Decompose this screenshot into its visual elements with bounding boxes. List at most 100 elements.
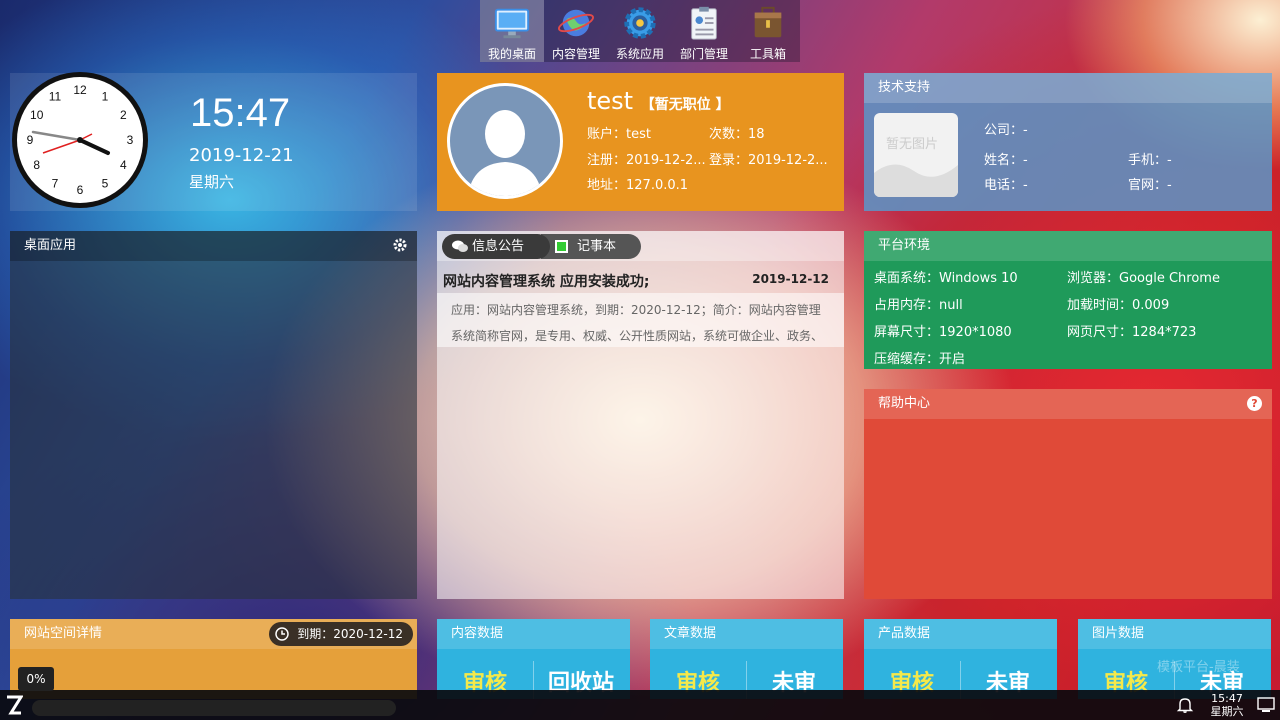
digital-time: 15:47	[190, 91, 291, 135]
user-silhouette-icon	[468, 110, 542, 196]
clock-numeral: 11	[49, 90, 62, 104]
clock-icon	[275, 627, 289, 641]
help-center-panel: 帮助中心 ?	[864, 389, 1272, 599]
user-count: 次数：18	[709, 127, 765, 142]
nav-item-toolbox[interactable]: 工具箱	[736, 0, 800, 62]
panel-title: 技术支持	[864, 73, 1272, 103]
tab-notice-label: 信息公告	[472, 239, 525, 254]
clock-numeral: 9	[27, 133, 34, 147]
clock-numeral: 6	[77, 183, 84, 197]
image-placeholder-icon	[874, 164, 958, 197]
no-image-placeholder: 暂无图片	[874, 113, 958, 197]
env-browser: 浏览器：Google Chrome	[1067, 271, 1220, 286]
space-progress-bar	[32, 700, 396, 716]
clock-numeral: 7	[52, 176, 59, 190]
clock-numeral: 3	[127, 133, 134, 147]
article-data-panel: 文章数据 审核 未审	[650, 619, 843, 699]
notice-item-body: 应用：网站内容管理系统，到期：2020-12-12；简介：网站内容管理系统简称官…	[437, 293, 844, 347]
nav-label: 系统应用	[615, 47, 664, 61]
panel-title: 桌面应用	[10, 231, 417, 261]
avatar[interactable]	[447, 83, 563, 199]
tech-website: 官网：-	[1128, 178, 1172, 193]
notice-panel: 记事本 信息公告 网站内容管理系统 应用安装成功; 2019-12-12 应用：…	[437, 231, 844, 599]
clock-numeral: 8	[33, 158, 40, 172]
digital-date: 2019-12-21	[189, 145, 294, 166]
env-desktop: 桌面系统：Windows 10	[874, 271, 1018, 286]
no-image-text: 暂无图片	[886, 137, 939, 152]
panel-title: 文章数据	[650, 619, 843, 649]
nav-item-desktop[interactable]: 我的桌面	[480, 0, 544, 62]
globe-icon	[557, 9, 595, 37]
tech-phone: 电话：-	[984, 178, 1028, 193]
product-data-panel: 产品数据 审核 未审	[864, 619, 1057, 699]
panel-title: 帮助中心 ?	[864, 389, 1272, 419]
tab-notice[interactable]: 信息公告	[442, 234, 550, 259]
env-memory: 占用内存：null	[874, 298, 963, 313]
tab-notes[interactable]: 记事本	[541, 234, 641, 259]
user-login: 登录：2019-12-2...	[709, 153, 828, 168]
env-load-time: 加载时间：0.009	[1067, 298, 1170, 313]
panel-title: 图片数据	[1078, 619, 1271, 649]
panel-title-text: 帮助中心	[878, 396, 931, 411]
nav-label: 内容管理	[551, 47, 600, 61]
website-space-panel: 网站空间详情 到期：2020-12-12	[10, 619, 417, 699]
digital-weekday: 星期六	[189, 173, 235, 191]
monitor-icon	[494, 8, 530, 39]
clock-numeral: 10	[30, 108, 44, 122]
id-card-icon	[691, 6, 717, 40]
tech-mobile: 手机：-	[1128, 153, 1172, 168]
clock-numeral: 5	[102, 176, 109, 190]
nav-item-content[interactable]: 内容管理	[544, 0, 608, 62]
env-cache: 压缩缓存：开启	[874, 352, 966, 367]
taskbar-clock[interactable]: 15:47 星期六	[1206, 692, 1248, 718]
panel-title: 产品数据	[864, 619, 1057, 649]
user-register: 注册：2019-12-2...	[587, 153, 706, 168]
notepad-icon	[555, 240, 568, 253]
clock-panel: 12 1 2 3 4 5 6 7 8 9 10 11 15:47 2019-12-21 星期六	[10, 72, 417, 211]
user-role: 【暂无职位 】	[640, 97, 730, 113]
panel-title-text: 网站空间详情	[24, 626, 103, 641]
help-question-icon[interactable]: ?	[1247, 396, 1262, 411]
taskbar-weekday: 星期六	[1210, 705, 1244, 718]
tech-company: 公司：-	[984, 123, 1028, 138]
analog-clock: 12 1234567891011	[12, 72, 148, 208]
env-page: 网页尺寸：1284*723	[1067, 325, 1197, 340]
panel-title: 平台环境	[864, 231, 1272, 261]
start-logo-icon[interactable]	[5, 695, 23, 715]
clock-numeral: 12	[73, 83, 87, 97]
settings-gear-icon[interactable]	[393, 238, 407, 252]
desktop-apps-panel: 桌面应用	[10, 231, 417, 599]
nav-item-system[interactable]: 系统应用	[608, 0, 672, 62]
notice-item-title[interactable]: 网站内容管理系统 应用安装成功;	[443, 271, 649, 291]
expire-badge: 到期：2020-12-12	[269, 622, 413, 646]
space-percent: 0%	[18, 667, 54, 691]
tab-notes-label: 记事本	[577, 239, 617, 254]
user-name-line: test 【暂无职位 】	[587, 87, 730, 115]
clock-numeral: 4	[120, 158, 127, 172]
top-nav: 我的桌面 内容管理 系统应用 部门管理 工具箱	[480, 0, 800, 62]
gear-icon	[624, 7, 656, 39]
platform-env-panel: 平台环境 桌面系统：Windows 10 浏览器：Google Chrome 占…	[864, 231, 1272, 369]
show-desktop-icon[interactable]	[1257, 697, 1275, 713]
user-account: 账户：test	[587, 127, 651, 142]
chat-icon	[452, 240, 468, 252]
panel-title: 网站空间详情 到期：2020-12-12	[10, 619, 417, 649]
user-address: 地址：127.0.0.1	[587, 178, 689, 193]
taskbar-time: 15:47	[1211, 692, 1243, 705]
notice-item-date: 2019-12-12	[752, 272, 829, 286]
nav-label: 我的桌面	[487, 47, 536, 61]
bell-icon[interactable]	[1176, 696, 1194, 714]
clock-numeral: 1	[102, 90, 109, 104]
notice-tabs: 记事本 信息公告	[437, 231, 844, 261]
tech-support-panel: 技术支持 暂无图片 公司：- 姓名：- 手机：- 电话：- 官网：-	[864, 73, 1272, 211]
env-screen: 屏幕尺寸：1920*1080	[874, 325, 1012, 340]
expire-text: 到期：2020-12-12	[297, 627, 403, 641]
toolbox-icon	[754, 6, 782, 38]
watermark: 模板平台-晨装	[1157, 660, 1240, 675]
user-card: test 【暂无职位 】 账户：test 次数：18 注册：2019-12-2.…	[437, 73, 844, 211]
content-data-panel: 内容数据 审核 回收站	[437, 619, 630, 699]
panel-title-text: 桌面应用	[24, 238, 77, 253]
nav-item-department[interactable]: 部门管理	[672, 0, 736, 62]
user-name: test	[587, 87, 634, 115]
nav-label: 部门管理	[679, 47, 728, 61]
